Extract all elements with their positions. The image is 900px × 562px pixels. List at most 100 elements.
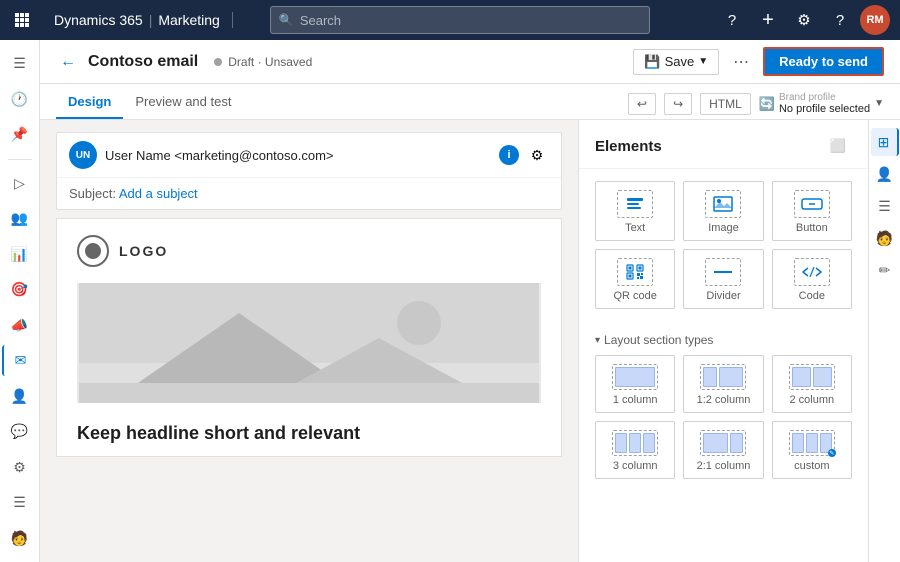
right-pencil-icon[interactable]: ✏ [871, 256, 899, 284]
save-button[interactable]: 💾 Save ▼ [633, 49, 719, 75]
save-dropdown-icon[interactable]: ▼ [698, 56, 708, 67]
grid-menu-icon[interactable] [10, 8, 34, 32]
email-canvas-wrap: UN User Name <marketing@contoso.com> i ⚙… [40, 120, 900, 562]
sender-avatar: UN [69, 141, 97, 169]
element-image[interactable]: Image [683, 181, 763, 241]
sidebar-divider-1 [8, 159, 32, 160]
subject-link[interactable]: Add a subject [119, 186, 198, 201]
settings-icon[interactable]: ⚙ [788, 4, 820, 36]
email-headline: Keep headline short and relevant [57, 411, 561, 456]
more-options-button[interactable]: ⋯ [727, 48, 755, 76]
sidebar-person2-icon[interactable]: 🧑 [2, 522, 38, 554]
left-sidebar: ☰ 🕐 📌 ▷ 👥 📊 🎯 📣 ✉ 👤 💬 ⚙ ☰ 🧑 [0, 40, 40, 562]
app-name: Marketing [158, 12, 219, 28]
save-label: Save [665, 54, 695, 69]
image-element-icon [705, 190, 741, 218]
tab-design[interactable]: Design [56, 94, 123, 119]
settings-from-icon[interactable]: ⚙ [525, 143, 549, 167]
element-qr[interactable]: QR code [595, 249, 675, 309]
logo-circle [77, 235, 109, 267]
add-icon[interactable]: + [752, 4, 784, 36]
right-list-icon[interactable]: ☰ [871, 192, 899, 220]
sidebar-pin-icon[interactable]: 📌 [2, 119, 38, 151]
sender-name: User Name <marketing@contoso.com> [105, 148, 491, 163]
code-label: Code [799, 290, 825, 302]
back-button[interactable]: ← [56, 53, 80, 71]
sidebar-list-icon[interactable]: ☰ [2, 487, 38, 519]
element-button[interactable]: Button [772, 181, 852, 241]
layout-row-2: 3 column 2:1 column [595, 421, 852, 479]
html-button[interactable]: HTML [700, 93, 751, 115]
search-placeholder: Search [300, 13, 341, 28]
brand-name: Dynamics 365 [54, 12, 143, 28]
layout-2col[interactable]: 2 column [772, 355, 852, 413]
button-label: Button [796, 222, 828, 234]
layout-custom[interactable]: ✎ custom [772, 421, 852, 479]
chevron-down-icon: ▼ [874, 98, 884, 109]
sidebar-people-icon[interactable]: 👥 [2, 203, 38, 235]
code-element-icon [794, 258, 830, 286]
right-elements-icon[interactable]: ⊞ [871, 128, 899, 156]
sidebar-play-icon[interactable]: ▷ [2, 167, 38, 199]
page-toolbar: ← Contoso email Draft · Unsaved 💾 Save ▼… [40, 40, 900, 84]
info-icon[interactable]: i [499, 145, 519, 165]
from-actions: i ⚙ [499, 143, 549, 167]
qr-element-icon [617, 258, 653, 286]
sidebar-menu-icon[interactable]: ☰ [2, 48, 38, 80]
email-header-box: UN User Name <marketing@contoso.com> i ⚙… [56, 132, 562, 210]
logo-text: LOGO [119, 243, 168, 259]
sidebar-chart-icon[interactable]: 📊 [2, 238, 38, 270]
button-element-icon [794, 190, 830, 218]
qr-label: QR code [613, 290, 656, 302]
sidebar-target-icon[interactable]: 🎯 [2, 274, 38, 306]
question-icon[interactable]: ? [824, 4, 856, 36]
sync-icon: 🔄 [759, 96, 775, 112]
layout-1col-label: 1 column [613, 394, 658, 406]
brand-profile-selector[interactable]: 🔄 Brand profile No profile selected ▼ [759, 92, 884, 115]
sidebar-settings2-icon[interactable]: ⚙ [2, 451, 38, 483]
panel-expand-icon[interactable]: ⬜ [824, 132, 852, 160]
status-badge: Draft · Unsaved [214, 55, 312, 69]
right-people-icon[interactable]: 👤 [871, 160, 899, 188]
nav-actions: ? + ⚙ ? RM [716, 4, 890, 36]
layout-3col[interactable]: 3 column [595, 421, 675, 479]
elements-row-2: QR code Divider [595, 249, 852, 309]
element-code[interactable]: Code [772, 249, 852, 309]
layout-1col[interactable]: 1 column [595, 355, 675, 413]
element-divider[interactable]: Divider [683, 249, 763, 309]
redo-button[interactable]: ↪ [664, 93, 692, 115]
element-text[interactable]: Text [595, 181, 675, 241]
layout-2col-label: 2 column [790, 394, 835, 406]
email-canvas: UN User Name <marketing@contoso.com> i ⚙… [40, 120, 578, 562]
search-icon: 🔍 [279, 13, 294, 27]
user-avatar[interactable]: RM [860, 5, 890, 35]
email-from-row: UN User Name <marketing@contoso.com> i ⚙ [57, 133, 561, 178]
elements-title: Elements [595, 138, 662, 155]
layout-21col[interactable]: 2:1 column [683, 421, 763, 479]
image-label: Image [708, 222, 739, 234]
page-title: Contoso email [88, 53, 198, 71]
sidebar-speech-icon[interactable]: 💬 [2, 416, 38, 448]
tabs-actions: ↩ ↪ HTML 🔄 Brand profile No profile sele… [628, 92, 884, 119]
search-bar[interactable]: 🔍 Search [270, 6, 650, 34]
sidebar-recent-icon[interactable]: 🕐 [2, 84, 38, 116]
sidebar-email-icon[interactable]: ✉ [2, 345, 38, 377]
email-subject-row: Subject: Add a subject [57, 178, 561, 209]
tabs-bar: Design Preview and test ↩ ↪ HTML 🔄 Brand… [40, 84, 900, 120]
right-person2-icon[interactable]: 🧑 [871, 224, 899, 252]
brand-profile-label: Brand profile [779, 92, 870, 103]
email-logo-row: LOGO [57, 219, 561, 283]
elements-row-1: Text Image [595, 181, 852, 241]
ready-to-send-button[interactable]: Ready to send [763, 47, 884, 76]
subject-label: Subject: [69, 186, 116, 201]
help-search-icon[interactable]: ? [716, 4, 748, 36]
tab-preview[interactable]: Preview and test [123, 94, 243, 119]
sidebar-megaphone-icon[interactable]: 📣 [2, 309, 38, 341]
sidebar-user-icon[interactable]: 👤 [2, 380, 38, 412]
divider-label: Divider [706, 290, 740, 302]
layout-12col-label: 1:2 column [697, 394, 751, 406]
layout-12col[interactable]: 1:2 column [683, 355, 763, 413]
brand-profile-value: No profile selected [779, 103, 870, 115]
right-icons-panel: ⊞ 👤 ☰ 🧑 ✏ [868, 120, 900, 562]
undo-button[interactable]: ↩ [628, 93, 656, 115]
